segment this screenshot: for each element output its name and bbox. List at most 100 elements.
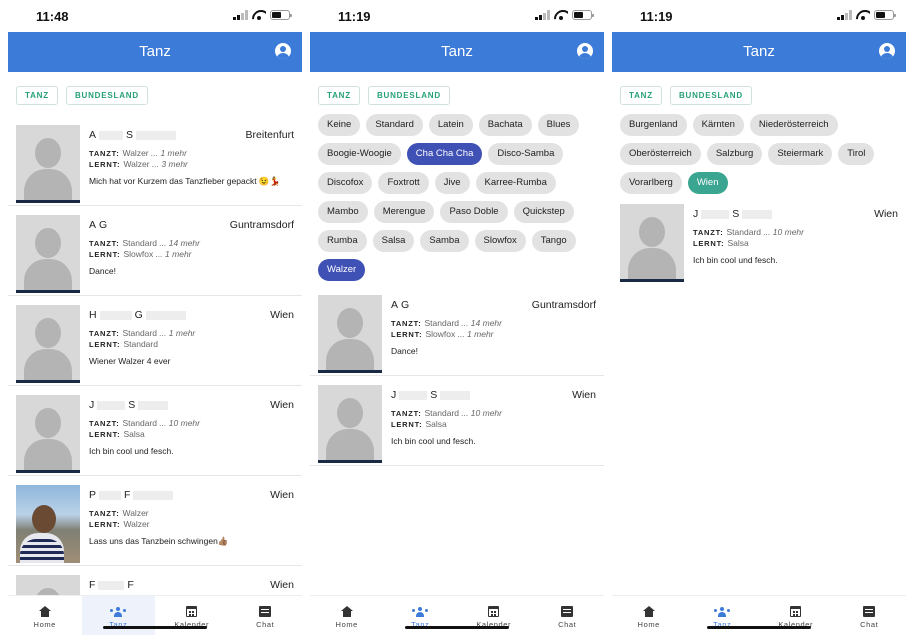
- partner-name: FF: [89, 579, 134, 591]
- filter-toggles: TANZ BUNDESLAND: [16, 86, 148, 105]
- partner-location: Wien: [874, 208, 898, 220]
- chip-quickstep[interactable]: Quickstep: [513, 201, 574, 223]
- partner-card[interactable]: PF Wien TANZT: Walzer LERNT: Walzer Lass u…: [8, 476, 302, 566]
- chip-oberoesterreich[interactable]: Oberösterreich: [620, 143, 701, 165]
- filter-bundesland-button[interactable]: BUNDESLAND: [669, 86, 752, 105]
- chip-boogie-woogie[interactable]: Boogie-Woogie: [318, 143, 401, 165]
- wifi-icon: [554, 10, 568, 20]
- phone-screen-list: 11:48 Tanz TANZ BUNDESLAND AS Breitenfur…: [8, 0, 302, 635]
- chip-keine[interactable]: Keine: [318, 114, 361, 136]
- partner-card[interactable]: A G Guntramsdorf TANZT: Standard ... 14 m…: [310, 286, 604, 376]
- chip-tirol[interactable]: Tirol: [838, 143, 875, 165]
- partner-card[interactable]: JS Wien TANZT: Standard ... 10 mehr LERNT…: [612, 195, 906, 285]
- nav-home[interactable]: Home: [310, 596, 384, 635]
- filter-toggles: TANZ BUNDESLAND: [318, 86, 450, 105]
- battery-icon: [572, 10, 594, 20]
- chip-discofox[interactable]: Discofox: [318, 172, 373, 194]
- lernt-line: LERNT: Walzer ... 3 mehr: [89, 159, 188, 169]
- partner-name: A G: [89, 219, 108, 231]
- chat-icon: [561, 606, 574, 617]
- chip-bachata[interactable]: Bachata: [478, 114, 532, 136]
- nav-chat[interactable]: Chat: [833, 596, 907, 635]
- chip-paso-doble[interactable]: Paso Doble: [440, 201, 508, 223]
- partner-message: Mich hat vor Kurzem das Tanzfieber gepac…: [89, 176, 281, 186]
- chip-disco-samba[interactable]: Disco-Samba: [488, 143, 564, 165]
- partner-card[interactable]: AS Breitenfurt TANZT: Walzer ... 1 mehr L…: [8, 116, 302, 206]
- chip-merengue[interactable]: Merengue: [373, 201, 435, 223]
- chip-steiermark[interactable]: Steiermark: [768, 143, 833, 165]
- chip-wien[interactable]: Wien: [687, 172, 728, 194]
- partner-card[interactable]: JS Wien TANZT: Standard ... 10 mehr LERNT…: [310, 376, 604, 466]
- app-bar: Tanz: [612, 32, 906, 72]
- tanzt-line: TANZT: Standard ... 10 mehr: [693, 227, 804, 237]
- chip-samba[interactable]: Samba: [420, 230, 469, 252]
- filter-bundesland-button[interactable]: BUNDESLAND: [367, 86, 450, 105]
- calendar-icon: [790, 606, 802, 617]
- chip-jive[interactable]: Jive: [434, 172, 470, 194]
- chip-salzburg[interactable]: Salzburg: [706, 143, 763, 165]
- chip-vorarlberg[interactable]: Vorarlberg: [620, 172, 682, 194]
- nav-tanz[interactable]: Tanz: [686, 596, 760, 635]
- status-bar: 11:19: [310, 0, 604, 32]
- nav-chat[interactable]: Chat: [229, 596, 303, 635]
- chip-latein[interactable]: Latein: [428, 114, 473, 136]
- account-circle-icon[interactable]: [879, 43, 895, 59]
- chip-kaernten[interactable]: Kärnten: [692, 114, 744, 136]
- filter-tanz-button[interactable]: TANZ: [318, 86, 360, 105]
- chip-slowfox[interactable]: Slowfox: [474, 230, 526, 252]
- account-circle-icon[interactable]: [275, 43, 291, 59]
- battery-icon: [874, 10, 896, 20]
- chip-standard[interactable]: Standard: [366, 114, 423, 136]
- filter-tanz-button[interactable]: TANZ: [620, 86, 662, 105]
- avatar: [318, 385, 382, 463]
- partner-message: Ich bin cool und fesch.: [391, 436, 476, 446]
- chat-icon: [863, 606, 876, 617]
- partner-message: Wiener Walzer 4 ever: [89, 356, 171, 366]
- chip-karree-rumba[interactable]: Karree-Rumba: [475, 172, 556, 194]
- status-time: 11:19: [640, 9, 673, 24]
- nav-chat[interactable]: Chat: [531, 596, 605, 635]
- home-icon: [340, 606, 353, 617]
- avatar: [318, 295, 382, 373]
- lernt-line: LERNT: Slowfox ... 1 mehr: [391, 329, 494, 339]
- nav-tanz[interactable]: Tanz: [81, 596, 155, 635]
- filter-tanz-button[interactable]: TANZ: [16, 86, 58, 105]
- chip-niederoesterreich[interactable]: Niederösterreich: [749, 114, 838, 136]
- nav-kalender[interactable]: Kalender: [457, 596, 531, 635]
- chip-mambo[interactable]: Mambo: [318, 201, 368, 223]
- filter-bundesland-button[interactable]: BUNDESLAND: [65, 86, 148, 105]
- chip-burgenland[interactable]: Burgenland: [620, 114, 687, 136]
- partner-name: A G: [391, 299, 410, 311]
- phone-screen-region-filter: 11:19 Tanz TANZ BUNDESLAND Burgenland Kä…: [612, 0, 906, 635]
- lernt-line: LERNT: Salsa: [391, 419, 447, 429]
- tanzt-line: TANZT: Standard ... 10 mehr: [89, 418, 200, 428]
- partner-card[interactable]: JS Wien TANZT: Standard ... 10 mehr LERNT…: [8, 386, 302, 476]
- lernt-line: LERNT: Salsa: [693, 238, 749, 248]
- nav-home[interactable]: Home: [612, 596, 686, 635]
- avatar: [16, 395, 80, 473]
- chip-foxtrott[interactable]: Foxtrott: [378, 172, 429, 194]
- partner-location: Wien: [270, 579, 294, 591]
- chip-cha-cha-cha[interactable]: Cha Cha Cha: [406, 143, 483, 165]
- partner-card[interactable]: HG Wien TANZT: Standard ... 1 mehr LERNT:…: [8, 296, 302, 386]
- chip-blues[interactable]: Blues: [537, 114, 580, 136]
- nav-tanz[interactable]: Tanz: [384, 596, 458, 635]
- avatar: [16, 215, 80, 293]
- chip-tango[interactable]: Tango: [531, 230, 576, 252]
- account-circle-icon[interactable]: [577, 43, 593, 59]
- chip-rumba[interactable]: Rumba: [318, 230, 367, 252]
- nav-kalender[interactable]: Kalender: [759, 596, 833, 635]
- chip-walzer[interactable]: Walzer: [318, 259, 366, 281]
- phone-screen-dance-filter: 11:19 Tanz TANZ BUNDESLAND Keine Standar…: [310, 0, 604, 635]
- partner-list: AS Breitenfurt TANZT: Walzer ... 1 mehr L…: [8, 116, 302, 635]
- partner-location: Guntramsdorf: [229, 219, 294, 231]
- avatar: [16, 485, 80, 563]
- lernt-line: LERNT: Salsa: [89, 429, 145, 439]
- status-time: 11:48: [36, 9, 69, 24]
- nav-kalender[interactable]: Kalender: [155, 596, 229, 635]
- nav-home[interactable]: Home: [8, 596, 82, 635]
- partner-card[interactable]: A G Guntramsdorf TANZT: Standard ... 14 m…: [8, 206, 302, 296]
- app-bar: Tanz: [310, 32, 604, 72]
- lernt-line: LERNT: Slowfox ... 1 mehr: [89, 249, 192, 259]
- chip-salsa[interactable]: Salsa: [372, 230, 415, 252]
